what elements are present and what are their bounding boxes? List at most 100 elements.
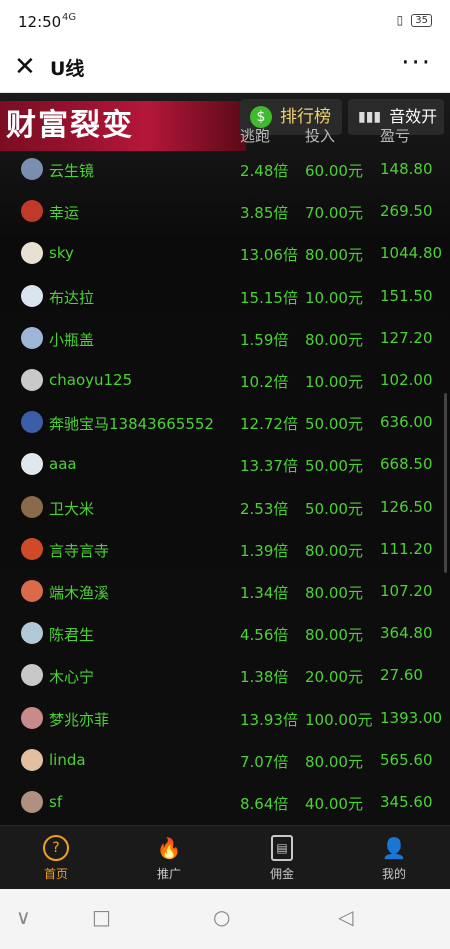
sound-bars-icon: ▮▮▮ bbox=[358, 109, 382, 125]
home-circle-icon[interactable]: ○ bbox=[213, 905, 230, 929]
player-name: chaoyu125 bbox=[49, 371, 133, 389]
leaderboard-row: sky 13.06倍 80.00元 1044.80 bbox=[0, 232, 450, 274]
back-triangle-icon[interactable]: ◁ bbox=[338, 905, 353, 929]
tab-mine[interactable]: 👤 我的 bbox=[338, 826, 450, 890]
leaderboard-row: linda 7.07倍 80.00元 565.60 bbox=[0, 739, 450, 781]
status-bar: 12:50 4G ▯ 35 bbox=[0, 0, 450, 44]
escape-multiplier: 1.59倍 bbox=[240, 330, 289, 349]
profit-amount: 668.50 bbox=[380, 455, 433, 474]
invest-amount: 40.00元 bbox=[305, 795, 363, 813]
collapse-icon[interactable]: ∨ bbox=[16, 905, 31, 929]
escape-multiplier: 2.53倍 bbox=[240, 499, 289, 518]
close-icon[interactable]: ✕ bbox=[14, 52, 36, 82]
square-icon[interactable]: □ bbox=[92, 905, 111, 929]
player-name: 幸运 bbox=[49, 204, 80, 223]
profit-amount: 148.80 bbox=[380, 160, 433, 178]
invest-amount: 10.00元 bbox=[305, 288, 363, 307]
question-icon: ? bbox=[43, 835, 69, 861]
escape-multiplier: 13.06倍 bbox=[240, 246, 298, 265]
player-name: 奔驰宝马13843665552 bbox=[49, 415, 214, 434]
signal-indicator: 4G bbox=[62, 12, 77, 23]
profit-amount: 107.20 bbox=[380, 582, 433, 600]
status-right: ▯ 35 bbox=[397, 13, 432, 27]
leaderboard-row: 端木渔溪 1.34倍 80.00元 107.20 bbox=[0, 570, 450, 612]
invest-amount: 50.00元 bbox=[305, 499, 363, 518]
profit-amount: 111.20 bbox=[380, 539, 433, 558]
avatar bbox=[21, 622, 43, 645]
leaderboard-row: aaa 13.37倍 50.00元 668.50 bbox=[0, 443, 450, 485]
avatar bbox=[21, 453, 43, 476]
profit-amount: 364.80 bbox=[380, 624, 433, 643]
leaderboard-row: sf 8.64倍 40.00元 345.60 bbox=[0, 781, 450, 823]
column-header-invest: 投入 bbox=[305, 127, 336, 145]
profit-amount: 27.60 bbox=[380, 666, 423, 685]
column-header-profit: 盈亏 bbox=[380, 127, 411, 145]
player-name: linda bbox=[49, 750, 86, 769]
status-time: 12:50 bbox=[18, 13, 62, 31]
avatar bbox=[21, 284, 43, 307]
avatar bbox=[21, 748, 43, 771]
leaderboard-row: 奔驰宝马13843665552 12.72倍 50.00元 636.00 bbox=[0, 401, 450, 443]
column-header-escape: 逃跑 bbox=[240, 127, 271, 145]
escape-multiplier: 10.2倍 bbox=[240, 373, 289, 391]
tab-commission-label: 佣金 bbox=[269, 867, 294, 881]
tab-home[interactable]: ? 首页 bbox=[0, 826, 112, 890]
player-name: sf bbox=[49, 793, 63, 811]
profit-amount: 126.50 bbox=[380, 497, 433, 516]
leaderboard-row: 梦兆亦菲 13.93倍 100.00元 1393.00 bbox=[0, 697, 450, 739]
invest-amount: 80.00元 bbox=[305, 541, 363, 560]
tab-promote-label: 推广 bbox=[156, 867, 181, 881]
invest-amount: 50.00元 bbox=[305, 415, 363, 434]
bottom-tab-bar: ? 首页 🔥 推广 ▤ 佣金 👤 我的 bbox=[0, 825, 450, 890]
player-name: 梦兆亦菲 bbox=[49, 710, 110, 729]
more-icon[interactable]: ··· bbox=[401, 48, 432, 78]
invest-amount: 80.00元 bbox=[305, 626, 363, 645]
player-name: 言寺言寺 bbox=[49, 541, 110, 560]
avatar bbox=[21, 411, 43, 434]
escape-multiplier: 4.56倍 bbox=[240, 626, 289, 645]
avatar bbox=[21, 706, 43, 729]
tab-home-label: 首页 bbox=[43, 867, 68, 881]
profit-amount: 151.50 bbox=[380, 286, 433, 305]
leaderboard-panel: 财富裂变 $ 排行榜 ▮▮▮ 音效开 逃跑 投入 盈亏 云生镜 2.48倍 60.0… bbox=[0, 93, 450, 825]
escape-multiplier: 3.85倍 bbox=[240, 204, 289, 223]
scrollbar[interactable] bbox=[444, 393, 447, 573]
profit-amount: 636.00 bbox=[380, 413, 433, 432]
escape-multiplier: 7.07倍 bbox=[240, 752, 289, 771]
invest-amount: 80.00元 bbox=[305, 584, 363, 602]
tab-mine-label: 我的 bbox=[381, 867, 406, 881]
player-name: 布达拉 bbox=[49, 288, 95, 307]
invest-amount: 80.00元 bbox=[305, 752, 363, 771]
banner-title: 财富裂变 bbox=[0, 101, 246, 151]
title-bar: ✕ U线 ··· bbox=[0, 44, 450, 93]
tab-promote[interactable]: 🔥 推广 bbox=[113, 826, 225, 890]
player-name: sky bbox=[49, 244, 74, 263]
profit-amount: 102.00 bbox=[380, 371, 433, 389]
escape-multiplier: 12.72倍 bbox=[240, 415, 298, 434]
profit-amount: 269.50 bbox=[380, 202, 433, 221]
flame-icon: 🔥 bbox=[156, 836, 182, 860]
leaderboard-row: 幸运 3.85倍 70.00元 269.50 bbox=[0, 190, 450, 232]
leaderboard-row: 布达拉 15.15倍 10.00元 151.50 bbox=[0, 275, 450, 317]
player-name: 卫大米 bbox=[49, 499, 95, 518]
profit-amount: 345.60 bbox=[380, 793, 433, 811]
leaderboard-row: 云生镜 2.48倍 60.00元 148.80 bbox=[0, 148, 450, 190]
leaderboard-row: 陈君生 4.56倍 80.00元 364.80 bbox=[0, 612, 450, 654]
player-name: aaa bbox=[49, 455, 77, 474]
tab-commission[interactable]: ▤ 佣金 bbox=[226, 826, 338, 890]
invest-amount: 70.00元 bbox=[305, 204, 363, 223]
player-name: 小瓶盖 bbox=[49, 330, 95, 349]
avatar bbox=[21, 200, 43, 223]
avatar bbox=[21, 537, 43, 560]
escape-multiplier: 1.38倍 bbox=[240, 668, 289, 687]
vibrate-icon: ▯ bbox=[396, 13, 404, 27]
leaderboard-row: 言寺言寺 1.39倍 80.00元 111.20 bbox=[0, 528, 450, 570]
person-icon: 👤 bbox=[381, 836, 407, 860]
invest-amount: 80.00元 bbox=[305, 330, 363, 349]
invest-amount: 50.00元 bbox=[305, 457, 363, 476]
escape-multiplier: 8.64倍 bbox=[240, 795, 289, 813]
page-title: U线 bbox=[50, 58, 85, 80]
invest-amount: 100.00元 bbox=[305, 710, 373, 729]
escape-multiplier: 13.93倍 bbox=[240, 710, 298, 729]
player-name: 木心宁 bbox=[49, 668, 95, 687]
